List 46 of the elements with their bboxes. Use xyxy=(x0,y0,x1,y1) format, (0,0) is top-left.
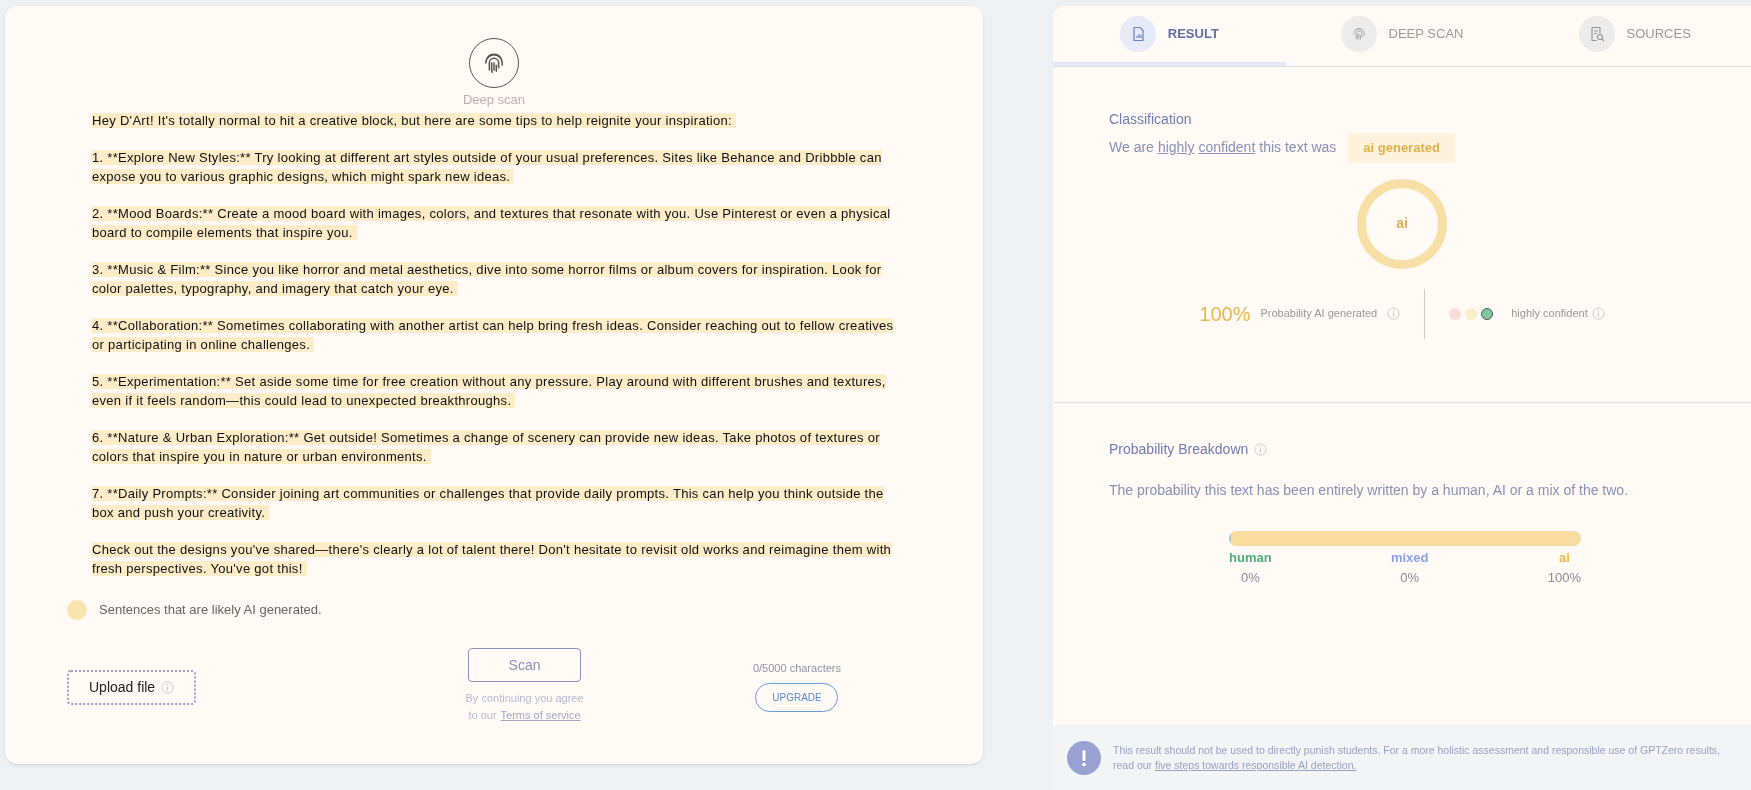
section-title: Classification xyxy=(1109,110,1193,129)
breakdown-description: The probability this text has been entirely written by a human, AI or a mix of the two. xyxy=(1109,481,1630,500)
scan-button[interactable]: Scan xyxy=(468,648,582,682)
deep-scan-button[interactable] xyxy=(469,38,519,88)
notice-text: This result should not be used to directly punish students. For a more holistic assessment and responsible use of GPTZero results, read our five steps towards responsible AI detection. xyxy=(1113,742,1721,773)
text-paragraph: 3. **Music & Film:** Since you like horror and metal aesthetics, dive into some horror films or album covers for inspiration. Look for color palettes, typography, and imagery that catch your eye. xyxy=(92,261,883,298)
confident-link[interactable]: confident xyxy=(1198,137,1256,159)
warning-icon xyxy=(1067,740,1101,775)
highly-link[interactable]: highly xyxy=(1157,137,1195,159)
segment-value: 100% xyxy=(1547,568,1581,587)
info-icon xyxy=(1387,307,1401,320)
segment-label: human xyxy=(1229,549,1272,567)
upload-file-button[interactable]: Upload file xyxy=(67,670,197,705)
info-icon xyxy=(1591,307,1605,320)
probability-label: Probability AI generated xyxy=(1260,306,1378,322)
character-count: 0/5000 characters xyxy=(752,661,841,676)
section-title: Probability Breakdown xyxy=(1109,440,1249,459)
document-search-icon xyxy=(1588,26,1605,42)
terms-text: By continuing you agree xyxy=(465,691,584,706)
mode-label: Deep scan xyxy=(462,91,526,109)
probability-percent: 100% xyxy=(1199,301,1251,327)
text-paragraph: 5. **Experimentation:** Set aside some time for free creation without any pressure. Play around with different brushes and textures, even if it feels random—this could lead to unexpected breakthroughs. xyxy=(92,373,887,410)
legend-label: Sentences that are likely AI generated. xyxy=(99,601,322,620)
result-ring: ai xyxy=(1357,178,1447,269)
confidence-label: highly confident xyxy=(1511,306,1588,322)
result-tab[interactable]: RESULT xyxy=(1053,6,1286,66)
result-tab[interactable]: SOURCES xyxy=(1518,6,1751,66)
info-icon xyxy=(1254,443,1268,456)
text-paragraph: 4. **Collaboration:** Sometimes collaborating with another artist can help bring fresh ideas. Consider reaching out to fellow creatives or participating in online challenges. xyxy=(92,317,895,354)
text-paragraph: 2. **Mood Boards:** Create a mood board with images, colors, and textures that resonate with you. Use Pinterest or even a physical board to compile elements that inspire you. xyxy=(92,205,892,242)
segment-value: 0% xyxy=(1400,568,1420,587)
verdict-badge: ai generated xyxy=(1348,133,1455,163)
classification-text: We are xyxy=(1109,138,1154,158)
terms-text: to our xyxy=(468,707,497,723)
text-paragraph: 1. **Explore New Styles:** Try looking at different art styles outside of your usual preferences. Sites like Behance and Dribbble can expose you to various graphic designs, which might spark new ideas. xyxy=(92,149,883,186)
text-paragraph: Check out the designs you've shared—there's clearly a lot of talent there! Don't hesitate to revisit old works and reimagine them with fresh perspectives. You've got this! xyxy=(92,541,893,578)
result-tab[interactable]: DEEP SCAN xyxy=(1285,6,1519,66)
segment-value: 0% xyxy=(1240,568,1260,587)
segment-label: ai xyxy=(1558,549,1570,567)
text-paragraph: 7. **Daily Prompts:** Consider joining art communities or challenges that provide daily prompts. This can help you think outside the box and push your creativity. xyxy=(92,485,885,522)
info-icon xyxy=(161,681,175,694)
text-paragraph: 6. **Nature & Urban Exploration:** Get outside! Sometimes a change of scenery can provide new ideas. Take photos of textures or colors that inspire you in nature or urban environments. xyxy=(92,429,881,466)
classification-text: this text was xyxy=(1259,138,1337,158)
notice-link[interactable]: five steps towards responsible AI detection. xyxy=(1155,758,1357,771)
terms-link[interactable]: Terms of service xyxy=(500,706,581,723)
segment-label: mixed xyxy=(1390,549,1429,567)
